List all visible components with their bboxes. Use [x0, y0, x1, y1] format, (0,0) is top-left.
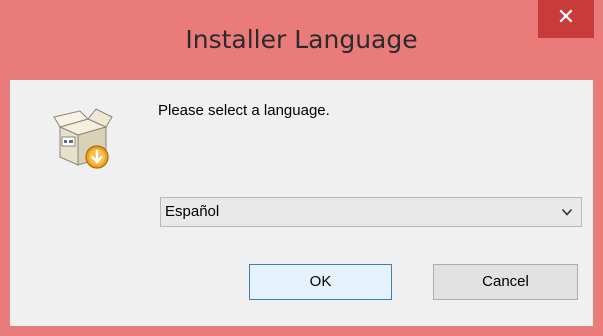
dialog-body: Please select a language. Español OK Can… — [10, 80, 593, 326]
window-title: Installer Language — [185, 25, 418, 54]
prompt-text: Please select a language. — [158, 102, 330, 119]
installer-language-window: Installer Language ✕ Please select a lan… — [0, 0, 603, 336]
language-select[interactable]: Español — [160, 197, 582, 227]
language-select-value: Español — [165, 203, 220, 220]
cancel-button[interactable]: Cancel — [433, 264, 578, 300]
ok-button[interactable]: OK — [249, 264, 392, 300]
close-button[interactable]: ✕ — [538, 0, 594, 38]
title-bar[interactable]: Installer Language ✕ — [0, 0, 603, 79]
installer-box-icon — [53, 108, 113, 169]
chevron-down-icon — [561, 208, 573, 216]
close-icon: ✕ — [556, 5, 576, 30]
